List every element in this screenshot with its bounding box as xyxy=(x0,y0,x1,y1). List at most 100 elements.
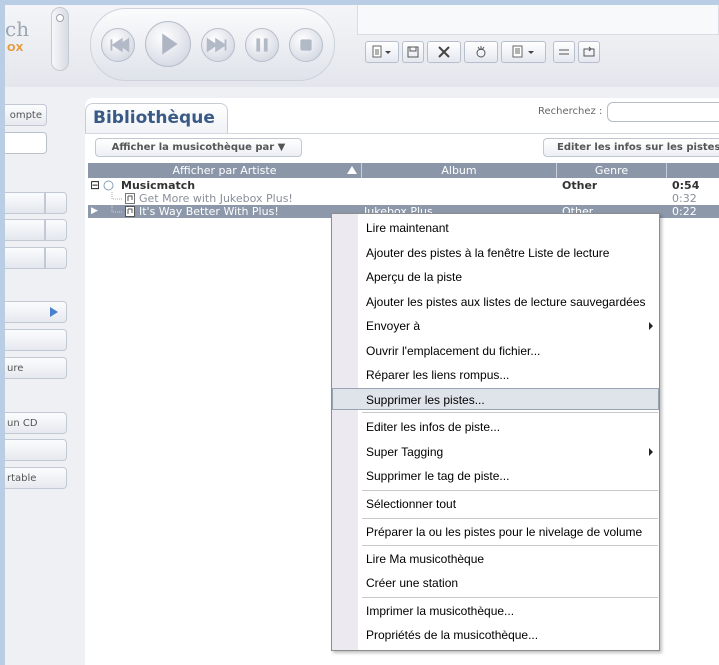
edit-track-info-button[interactable]: Editer les infos sur les pistes xyxy=(543,138,719,157)
submenu-arrow-icon xyxy=(649,448,653,456)
menu-item-add-to-saved-playlists[interactable]: Ajouter les pistes aux listes de lecture… xyxy=(332,291,659,313)
time-cell: 0:32 xyxy=(672,192,697,205)
previous-icon xyxy=(110,37,130,53)
menu-item-add-to-playlist-window[interactable]: Ajouter des pistes à la fenêtre Liste de… xyxy=(332,242,659,264)
menu-item-super-tagging[interactable]: Super Tagging xyxy=(332,441,659,463)
menu-item-send-to[interactable]: Envoyer à xyxy=(332,315,659,337)
playlist-menu-button[interactable] xyxy=(501,41,546,63)
column-header-artist-label: Afficher par Artiste xyxy=(172,164,277,177)
menu-item-create-station[interactable]: Créer une station xyxy=(332,572,659,594)
sidebar-seg-3a[interactable] xyxy=(5,247,45,269)
dj-icon xyxy=(476,46,486,58)
menu-item-label: Ajouter les pistes aux listes de lecture… xyxy=(366,295,646,309)
menu-item-label: Imprimer la musicothèque... xyxy=(366,604,515,618)
library-title: Bibliothèque xyxy=(93,108,215,128)
sidebar-field[interactable] xyxy=(5,132,47,154)
save-button[interactable] xyxy=(402,41,424,63)
column-header-time[interactable] xyxy=(667,163,719,178)
sidebar-button-blank-2[interactable] xyxy=(5,439,67,461)
time-cell: 0:22 xyxy=(672,205,697,218)
menu-item-play-my-library[interactable]: Lire Ma musicothèque xyxy=(332,548,659,570)
file-icon xyxy=(372,45,391,58)
view-by-dropdown[interactable]: Afficher la musicothèque par ▼ xyxy=(95,138,302,157)
menu-item-label: Préparer la ou les pistes pour le nivela… xyxy=(366,525,643,539)
column-header-album[interactable]: Album xyxy=(362,163,557,178)
sidebar-button-blank[interactable] xyxy=(5,329,67,351)
menu-item-edit-track-info[interactable]: Editer les infos de piste... xyxy=(332,416,659,438)
track-icon xyxy=(125,206,135,220)
sidebar-portable-button[interactable]: rtable xyxy=(5,467,67,489)
track-title: Get More with Jukebox Plus! xyxy=(139,192,293,205)
menu-item-label: Créer une station xyxy=(366,576,459,590)
menu-item-preview-track[interactable]: Aperçu de la piste xyxy=(332,266,659,288)
submenu-arrow-icon xyxy=(649,322,653,330)
shuffle-button[interactable] xyxy=(553,41,575,63)
table-row[interactable]: Get More with Jukebox Plus! 0:32 xyxy=(88,192,719,205)
file-menu-button[interactable] xyxy=(365,41,399,63)
sidebar-seg-1b[interactable] xyxy=(45,192,67,214)
collapse-icon[interactable]: ⊟ xyxy=(90,179,100,192)
menu-item-label: Ajouter des pistes à la fenêtre Liste de… xyxy=(366,246,610,260)
sidebar-seg-3b[interactable] xyxy=(45,247,67,269)
menu-item-label: Ouvrir l'emplacement du fichier... xyxy=(366,344,541,358)
sidebar-seg-1a[interactable] xyxy=(5,192,45,214)
menu-item-label: Propriétés de la musicothèque... xyxy=(366,628,539,642)
grid-header: Afficher par Artiste Album Genre xyxy=(88,163,719,178)
clear-button[interactable] xyxy=(427,41,461,63)
next-button[interactable] xyxy=(201,28,235,62)
menu-item-repair-broken-links[interactable]: Réparer les liens rompus... xyxy=(332,364,659,386)
handle-dot-icon xyxy=(56,14,64,22)
brand-logo: ch OX xyxy=(5,17,45,57)
play-button[interactable] xyxy=(145,21,191,67)
context-menu: Lire maintenant Ajouter des pistes à la … xyxy=(331,213,660,651)
menu-item-library-properties[interactable]: Propriétés de la musicothèque... xyxy=(332,624,659,646)
sidebar-expand-button[interactable] xyxy=(5,301,67,323)
auto-dj-button[interactable] xyxy=(464,41,498,63)
menu-separator xyxy=(362,518,658,519)
account-button[interactable]: ompte xyxy=(5,104,47,126)
list-icon xyxy=(559,49,569,55)
minimize-handle[interactable] xyxy=(51,7,69,71)
menu-item-delete-tracks[interactable]: Supprimer les pistes... xyxy=(332,388,659,410)
menu-item-play-now[interactable]: Lire maintenant xyxy=(332,217,659,239)
menu-separator xyxy=(362,490,658,491)
menu-item-prepare-volume-leveling[interactable]: Préparer la ou les pistes pour le nivela… xyxy=(332,521,659,543)
sidebar-seg-2b[interactable] xyxy=(45,219,67,241)
sidebar-seg-2a[interactable] xyxy=(5,219,45,241)
sidebar-cd-button[interactable]: un CD xyxy=(5,412,67,434)
pause-icon xyxy=(256,38,268,52)
menu-item-label: Supprimer le tag de piste... xyxy=(366,469,510,483)
search-label: Recherchez : xyxy=(538,106,603,117)
menu-item-label: Editer les infos de piste... xyxy=(366,420,501,434)
menu-item-print-library[interactable]: Imprimer la musicothèque... xyxy=(332,600,659,622)
repeat-button[interactable] xyxy=(578,41,600,63)
stop-icon xyxy=(300,39,312,51)
table-row[interactable]: ⊟ Musicmatch Other 0:54 xyxy=(88,179,719,192)
menu-item-remove-track-tag[interactable]: Supprimer le tag de piste... xyxy=(332,465,659,487)
account-button-label: ompte xyxy=(9,109,42,121)
stop-button[interactable] xyxy=(289,28,323,62)
menu-separator xyxy=(362,597,658,598)
pause-button[interactable] xyxy=(245,28,279,62)
brand-subtext: OX xyxy=(7,43,24,54)
sidebar-folder-button[interactable]: ure xyxy=(5,357,67,379)
brand-text: ch xyxy=(5,17,30,41)
menu-separator xyxy=(362,545,658,546)
menu-item-label: Sélectionner tout xyxy=(366,497,457,511)
menu-item-select-all[interactable]: Sélectionner tout xyxy=(332,493,659,515)
search-input[interactable] xyxy=(607,102,719,122)
sidebar-folder-label: ure xyxy=(7,362,24,374)
column-header-artist[interactable]: Afficher par Artiste xyxy=(88,163,362,178)
menu-item-label: Supprimer les pistes... xyxy=(366,393,485,407)
sort-ascending-icon xyxy=(347,166,357,174)
previous-button[interactable] xyxy=(101,28,135,62)
menu-item-open-file-location[interactable]: Ouvrir l'emplacement du fichier... xyxy=(332,340,659,362)
close-icon xyxy=(438,46,450,58)
column-header-genre[interactable]: Genre xyxy=(557,163,667,178)
time-cell: 0:54 xyxy=(672,179,700,192)
now-playing-display xyxy=(357,5,719,35)
play-icon xyxy=(162,33,178,55)
player-bar: ch OX xyxy=(5,5,719,87)
sidebar-portable-label: rtable xyxy=(7,472,37,484)
menu-item-label: Lire maintenant xyxy=(366,221,449,235)
